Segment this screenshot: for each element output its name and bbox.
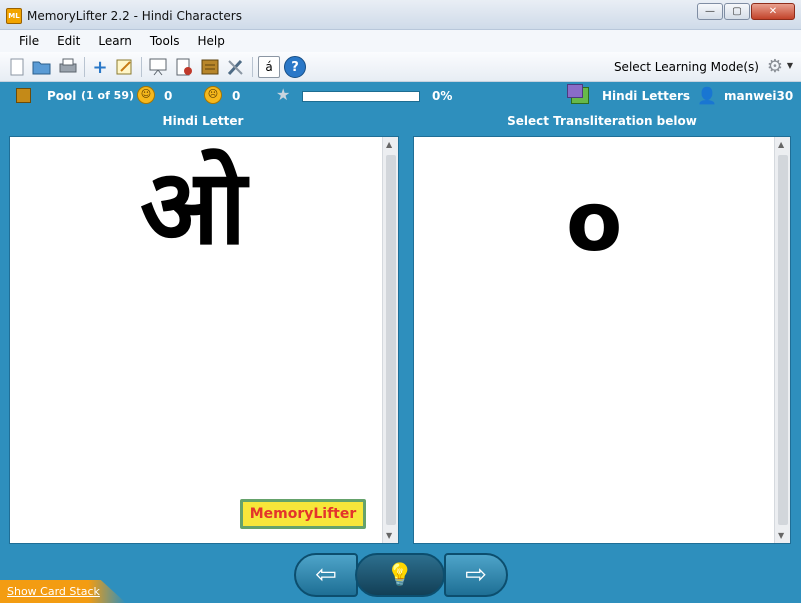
scroll-thumb[interactable] [386, 155, 396, 525]
settings-tools-icon[interactable] [225, 56, 247, 78]
bad-count: 0 [232, 89, 241, 103]
progress-percent: 0% [432, 89, 453, 103]
app-icon: ML [6, 8, 22, 24]
special-char-icon[interactable]: á [258, 56, 280, 78]
title-bar: ML MemoryLifter 2.2 - Hindi Characters —… [0, 0, 801, 30]
next-button[interactable]: ⇨ [444, 553, 508, 597]
answer-header: Select Transliteration below [507, 114, 697, 128]
window-controls: — ▢ ✕ [697, 3, 795, 20]
new-icon[interactable] [6, 56, 28, 78]
scroll-down-icon[interactable]: ▼ [778, 531, 784, 540]
answer-character[interactable]: o [566, 182, 622, 264]
menu-edit[interactable]: Edit [48, 34, 89, 48]
close-button[interactable]: ✕ [751, 3, 795, 20]
previous-button[interactable]: ⇦ [294, 553, 358, 597]
card-box-icon[interactable] [199, 56, 221, 78]
learning-status-bar: Pool (1 of 59) ☺ 0 ☹ 0 ★ 0% Hindi Letter… [0, 82, 801, 110]
show-card-stack-tab[interactable]: Show Card Stack [0, 580, 126, 603]
statistics-icon[interactable] [173, 56, 195, 78]
menu-learn[interactable]: Learn [89, 34, 141, 48]
arrow-left-icon: ⇦ [315, 560, 337, 590]
scroll-down-icon[interactable]: ▼ [386, 531, 392, 540]
hint-button[interactable]: 💡 [355, 553, 445, 597]
progress-bar [302, 91, 420, 102]
username: manwei30 [724, 89, 794, 103]
window-title: MemoryLifter 2.2 - Hindi Characters [27, 9, 242, 23]
scroll-up-icon[interactable]: ▲ [386, 140, 392, 149]
edit-icon[interactable] [114, 56, 136, 78]
toolbar-separator [141, 57, 142, 77]
sad-smiley-icon: ☹ [204, 86, 222, 104]
minimize-button[interactable]: — [697, 3, 723, 20]
pool-box-icon [16, 88, 31, 103]
deck-name[interactable]: Hindi Letters [602, 89, 690, 103]
menu-bar: File Edit Learn Tools Help [0, 30, 801, 52]
scroll-thumb[interactable] [778, 155, 788, 525]
deck-icon [567, 84, 589, 104]
help-icon[interactable]: ? [284, 56, 306, 78]
question-header: Hindi Letter [162, 114, 244, 128]
toolbar-separator [84, 57, 85, 77]
menu-help[interactable]: Help [188, 34, 233, 48]
learning-area: Hindi Letter Select Transliteration belo… [0, 110, 801, 603]
menu-tools[interactable]: Tools [141, 34, 189, 48]
chevron-down-icon[interactable]: ▼ [787, 61, 793, 70]
answer-scrollbar[interactable]: ▲ ▼ [774, 137, 790, 543]
star-icon: ★ [276, 85, 291, 104]
memorylifter-logo: MemoryLifter [240, 499, 366, 529]
maximize-button[interactable]: ▢ [724, 3, 750, 20]
happy-smiley-icon: ☺ [137, 86, 155, 104]
gear-icon[interactable]: ⚙ [767, 56, 783, 77]
arrow-right-icon: ⇨ [465, 560, 487, 590]
good-count: 0 [164, 89, 173, 103]
learning-mode-label[interactable]: Select Learning Mode(s) [614, 60, 759, 74]
presentation-icon[interactable] [147, 56, 169, 78]
print-icon[interactable] [57, 56, 79, 78]
toolbar: + á ? Select Learning Mode(s) ⚙ ▼ [0, 52, 801, 82]
menu-file[interactable]: File [10, 34, 48, 48]
user-icon: 👤 [697, 86, 717, 105]
question-panel: ओ MemoryLifter ▲ ▼ [9, 136, 399, 544]
answer-panel[interactable]: o ▲ ▼ [413, 136, 791, 544]
lightbulb-icon: 💡 [386, 562, 414, 588]
add-card-icon[interactable]: + [89, 56, 111, 78]
toolbar-separator [252, 57, 253, 77]
pool-label: Pool [47, 89, 77, 103]
scroll-up-icon[interactable]: ▲ [778, 140, 784, 149]
question-character: ओ [140, 146, 247, 268]
pool-count: (1 of 59) [81, 89, 135, 102]
open-icon[interactable] [31, 56, 53, 78]
show-card-stack-link[interactable]: Show Card Stack [7, 585, 100, 598]
question-scrollbar[interactable]: ▲ ▼ [382, 137, 398, 543]
